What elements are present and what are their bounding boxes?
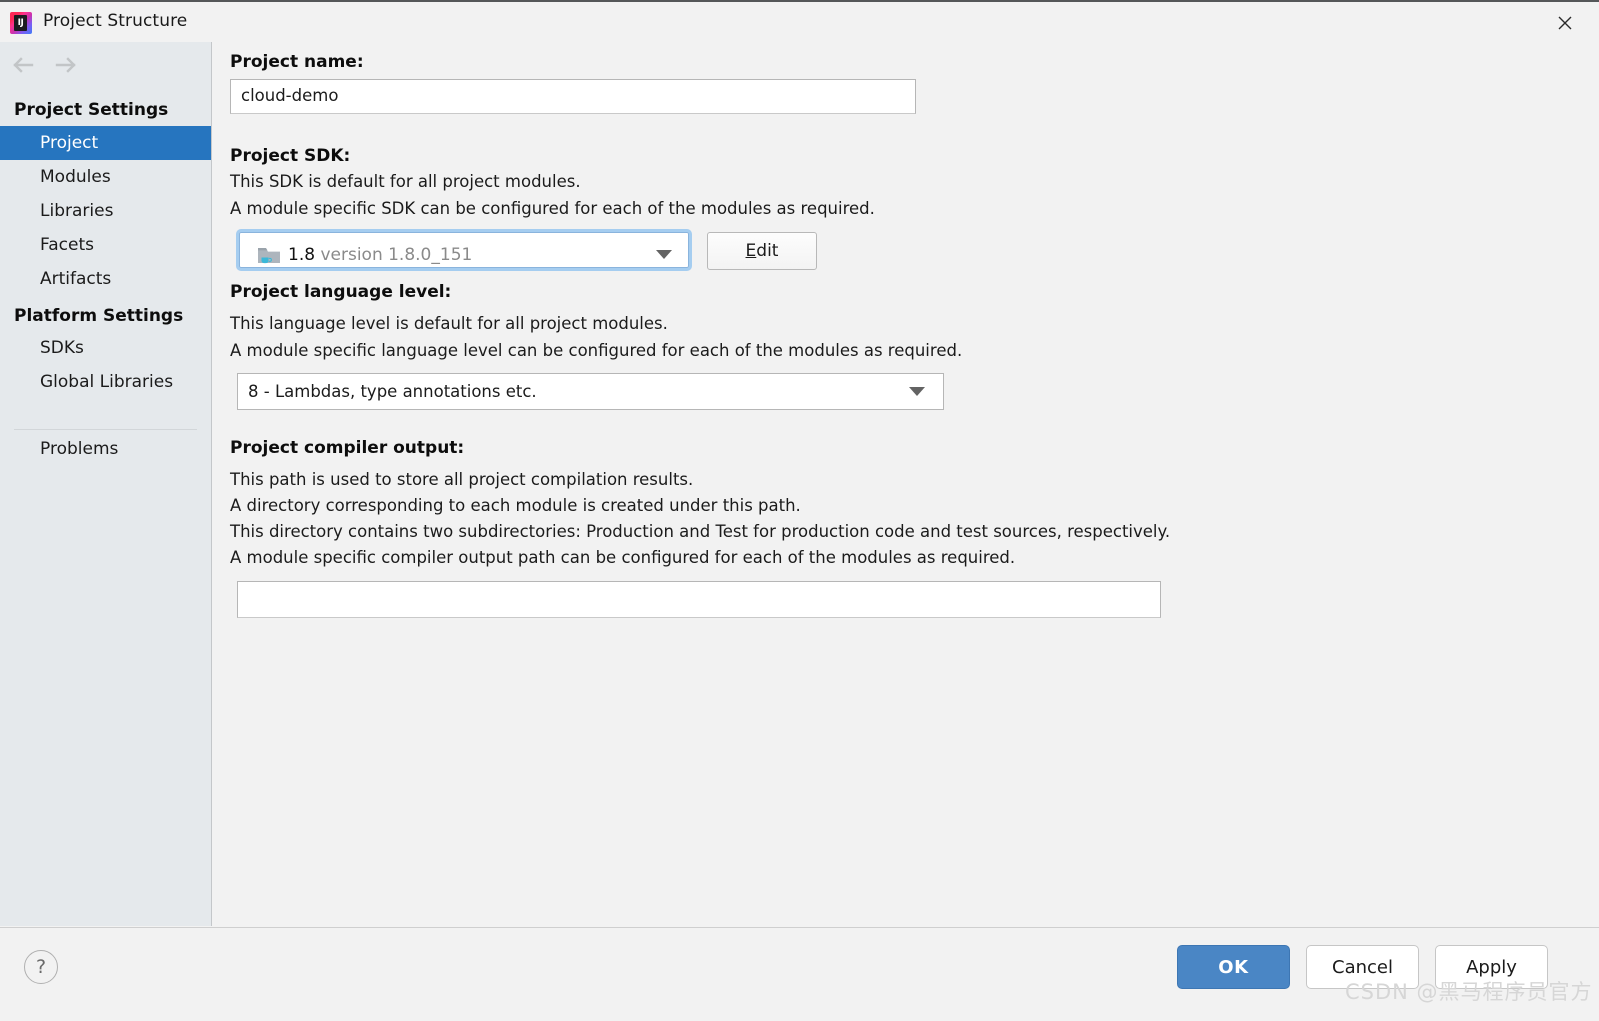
title-bar: Project Structure bbox=[0, 0, 1599, 42]
project-structure-dialog: Project Structure Project Settings Pro bbox=[0, 0, 1599, 1021]
language-level-description-1: This language level is default for all p… bbox=[230, 314, 668, 333]
project-sdk-version: version 1.8.0_151 bbox=[320, 245, 472, 265]
project-sdk-description-2: A module specific SDK can be configured … bbox=[230, 199, 875, 218]
window-title: Project Structure bbox=[43, 11, 187, 31]
language-level-combobox[interactable]: 8 - Lambdas, type annotations etc. bbox=[237, 373, 944, 410]
watermark: CSDN @黑马程序员官方 bbox=[1345, 976, 1593, 1006]
main-content: Project name: cloud-demo Project SDK: Th… bbox=[213, 42, 1599, 926]
sidebar-item-label: Project bbox=[40, 133, 98, 153]
sidebar-item-artifacts[interactable]: Artifacts bbox=[0, 262, 211, 296]
sidebar-group-project-settings: Project Settings bbox=[14, 100, 168, 120]
sidebar-item-sdks[interactable]: SDKs bbox=[0, 331, 211, 365]
sidebar-item-modules[interactable]: Modules bbox=[0, 160, 211, 194]
compiler-output-description-1: This path is used to store all project c… bbox=[230, 470, 693, 489]
sidebar: Project Settings Project Modules Librari… bbox=[0, 42, 212, 926]
sidebar-item-label: Artifacts bbox=[40, 269, 111, 289]
project-name-label: Project name: bbox=[230, 52, 364, 72]
sidebar-item-project[interactable]: Project bbox=[0, 126, 211, 160]
sidebar-item-label: SDKs bbox=[40, 338, 84, 358]
sidebar-group-platform-settings: Platform Settings bbox=[14, 306, 183, 326]
dialog-footer: ? OK Cancel Apply bbox=[0, 927, 1599, 1021]
compiler-output-description-4: A module specific compiler output path c… bbox=[230, 548, 1015, 567]
sidebar-item-facets[interactable]: Facets bbox=[0, 228, 211, 262]
intellij-idea-icon bbox=[10, 12, 32, 34]
project-name-input[interactable]: cloud-demo bbox=[230, 79, 916, 114]
chevron-down-icon[interactable] bbox=[909, 387, 925, 396]
help-button[interactable]: ? bbox=[24, 950, 58, 984]
navigation-arrows bbox=[0, 42, 211, 88]
language-level-label: Project language level: bbox=[230, 282, 451, 302]
java-sdk-folder-icon bbox=[258, 246, 280, 264]
project-sdk-value: 1.8 version 1.8.0_151 bbox=[288, 245, 472, 265]
edit-sdk-button-label: Edit bbox=[746, 241, 779, 261]
language-level-description-2: A module specific language level can be … bbox=[230, 341, 962, 360]
arrow-right-icon bbox=[48, 52, 84, 78]
sidebar-item-libraries[interactable]: Libraries bbox=[0, 194, 211, 228]
sidebar-item-label: Modules bbox=[40, 167, 111, 187]
ok-button[interactable]: OK bbox=[1177, 945, 1290, 989]
compiler-output-description-2: A directory corresponding to each module… bbox=[230, 496, 801, 515]
edit-sdk-button[interactable]: Edit bbox=[707, 232, 817, 270]
compiler-output-input[interactable] bbox=[237, 581, 1161, 618]
project-sdk-description-1: This SDK is default for all project modu… bbox=[230, 172, 581, 191]
sidebar-item-global-libraries[interactable]: Global Libraries bbox=[0, 365, 211, 399]
back-button[interactable] bbox=[6, 52, 42, 78]
arrow-left-icon bbox=[6, 52, 42, 78]
forward-button[interactable] bbox=[48, 52, 84, 78]
close-button[interactable] bbox=[1539, 2, 1591, 44]
project-sdk-name: 1.8 bbox=[288, 245, 315, 265]
sidebar-item-problems[interactable]: Problems bbox=[0, 432, 211, 466]
compiler-output-description-3: This directory contains two subdirectori… bbox=[230, 522, 1170, 541]
sidebar-item-label: Global Libraries bbox=[40, 372, 173, 392]
sidebar-item-label: Facets bbox=[40, 235, 94, 255]
close-icon bbox=[1557, 15, 1573, 31]
project-sdk-label: Project SDK: bbox=[230, 146, 350, 166]
sidebar-item-label: Problems bbox=[40, 439, 118, 459]
chevron-down-icon[interactable] bbox=[656, 250, 672, 259]
sidebar-item-label: Libraries bbox=[40, 201, 113, 221]
sidebar-separator bbox=[14, 429, 197, 430]
compiler-output-label: Project compiler output: bbox=[230, 438, 464, 458]
project-sdk-combobox[interactable]: 1.8 version 1.8.0_151 bbox=[236, 229, 692, 271]
